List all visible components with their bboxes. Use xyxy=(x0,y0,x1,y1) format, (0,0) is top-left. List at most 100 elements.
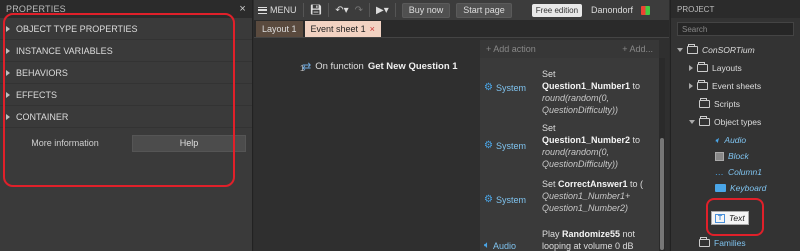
menu-button[interactable]: MENU xyxy=(258,5,297,15)
start-page-button[interactable]: Start page xyxy=(456,2,512,18)
speaker-icon: 🔈︎ xyxy=(715,134,721,145)
gear-icon: ⚙ xyxy=(484,194,493,205)
add-action-row: + Add action + Add... xyxy=(480,40,659,58)
section-label: OBJECT TYPE PROPERTIES xyxy=(16,23,138,34)
tree-block[interactable]: Block xyxy=(715,148,749,164)
tab-close-icon[interactable]: × xyxy=(370,24,375,34)
tree-keyboard[interactable]: Keyboard xyxy=(715,180,766,196)
condition-function-name: Get New Question 1 xyxy=(367,61,458,72)
tree-scripts[interactable]: Scripts xyxy=(699,96,740,112)
action-expression: Question1_Number1+ Question1_Number2) xyxy=(542,191,631,213)
folder-icon xyxy=(697,62,708,72)
more-information-link[interactable]: More information xyxy=(6,134,124,152)
construct-editor: PROPERTIES × OBJECT TYPE PROPERTIES INST… xyxy=(0,0,800,251)
save-icon[interactable]: 💾︎ xyxy=(310,5,323,16)
function-icon: ⇄ xyxy=(302,61,312,73)
action-object: ⚙ System xyxy=(484,82,526,93)
tree-event-sheets[interactable]: Event sheets xyxy=(689,78,761,94)
action-object: ⚙ System xyxy=(484,140,526,151)
help-button[interactable]: Help xyxy=(131,134,246,152)
event-conditions-area[interactable] xyxy=(290,58,480,251)
tab-layout-1[interactable]: Layout 1 xyxy=(256,21,303,37)
tree-families[interactable]: Families xyxy=(699,235,746,251)
action-text: Set Question1_Number2 to round(random(0,… xyxy=(542,122,654,170)
document-tabs: Layout 1 Event sheet 1 × xyxy=(254,20,669,38)
free-edition-badge: Free edition xyxy=(531,3,583,17)
add-action-link[interactable]: + Add action xyxy=(486,44,536,54)
action-row[interactable]: ⚙ System Set Question1_Number2 to round(r… xyxy=(480,118,659,170)
vertical-scrollbar[interactable] xyxy=(659,58,665,251)
action-row[interactable]: ⚙ System Set CorrectAnswer1 to ( Question… xyxy=(480,174,659,224)
text-icon: T xyxy=(715,213,725,223)
action-verb: Set xyxy=(542,123,556,133)
add-more-link[interactable]: + Add... xyxy=(622,44,653,54)
toolbar-divider xyxy=(394,3,396,17)
main-area: MENU 💾︎ ↶▾ ↷ ▶▾ Buy now Start page Free … xyxy=(254,0,669,251)
folder-icon xyxy=(687,44,698,54)
sprite-icon xyxy=(715,151,724,161)
caret-right-icon xyxy=(689,65,693,71)
action-row[interactable]: ⚙ System Set Question1_Number1 to round(r… xyxy=(480,62,659,115)
buy-now-button[interactable]: Buy now xyxy=(401,2,451,18)
tree-label: Families xyxy=(714,238,746,248)
expand-triangle-icon xyxy=(6,69,10,76)
action-object-name: System xyxy=(495,82,526,93)
folder-icon xyxy=(697,80,708,90)
close-icon[interactable]: × xyxy=(239,3,246,15)
action-variable: Question1_Number1 xyxy=(542,81,631,91)
toolbar-divider xyxy=(369,3,370,17)
user-name[interactable]: Danondorf xyxy=(591,5,633,15)
caret-down-icon xyxy=(677,48,683,52)
undo-icon[interactable]: ↶▾ xyxy=(335,5,348,16)
action-object: 🔈︎ Audio xyxy=(484,240,516,251)
scrollbar-thumb[interactable] xyxy=(660,138,664,250)
action-object-name: System xyxy=(495,140,526,151)
tree-audio[interactable]: 🔈︎ Audio xyxy=(715,132,746,148)
tree-text[interactable]: T Text xyxy=(711,210,749,226)
folder-icon xyxy=(699,98,710,108)
play-icon[interactable]: ▶▾ xyxy=(376,5,389,16)
properties-buttons: More information Help xyxy=(0,128,252,152)
action-text: Set CorrectAnswer1 to ( Question1_Number… xyxy=(542,178,654,214)
section-container[interactable]: CONTAINER xyxy=(0,106,252,128)
column-icon: … xyxy=(715,167,724,177)
condition-prefix: On function xyxy=(315,61,364,72)
folder-icon xyxy=(699,116,710,126)
speaker-icon: 🔈︎ xyxy=(484,240,490,251)
action-text: Play Randomize55 not looping at volume 0… xyxy=(542,228,654,251)
section-label: INSTANCE VARIABLES xyxy=(16,45,113,56)
action-variable: CorrectAnswer1 xyxy=(558,179,628,189)
caret-right-icon xyxy=(689,83,693,89)
section-effects[interactable]: EFFECTS xyxy=(0,84,252,106)
action-variable: Randomize55 xyxy=(562,229,621,239)
caret-down-icon xyxy=(689,120,695,124)
section-label: CONTAINER xyxy=(16,111,69,122)
tree-label: Keyboard xyxy=(730,183,767,193)
action-variable: Question1_Number2 xyxy=(542,135,631,145)
redo-icon[interactable]: ↷ xyxy=(355,5,363,16)
tree-object-types[interactable]: Object types xyxy=(689,114,761,130)
text-object-selected: T Text xyxy=(711,211,749,225)
toolbar-divider xyxy=(328,3,330,17)
menu-label: MENU xyxy=(270,5,297,15)
gear-icon: ⚙ xyxy=(484,82,493,93)
tab-event-sheet-1[interactable]: Event sheet 1 × xyxy=(304,21,381,37)
tree-label: Event sheets xyxy=(712,81,762,91)
section-label: EFFECTS xyxy=(16,89,58,100)
section-instance-variables[interactable]: INSTANCE VARIABLES xyxy=(0,40,252,62)
user-avatar-icon[interactable] xyxy=(641,5,651,15)
tree-layouts[interactable]: Layouts xyxy=(689,60,742,76)
tree-column1[interactable]: … Column1 xyxy=(715,164,762,180)
expand-triangle-icon xyxy=(6,113,10,120)
tree-label: Block xyxy=(728,151,749,161)
tab-label: Event sheet 1 xyxy=(310,24,366,34)
action-verb: Set xyxy=(542,69,556,79)
section-behaviors[interactable]: BEHAVIORS xyxy=(0,62,252,84)
section-object-type-properties[interactable]: OBJECT TYPE PROPERTIES xyxy=(0,18,252,40)
action-connector: to ( xyxy=(627,179,644,189)
tree-root[interactable]: ConSORTium xyxy=(677,42,755,58)
project-panel: PROJECT Search ConSORTium Layouts Event … xyxy=(670,0,800,251)
project-search-input[interactable]: Search xyxy=(677,22,794,36)
action-row[interactable]: 🔈︎ Audio Play Randomize55 not looping at … xyxy=(480,222,659,251)
event-condition[interactable]: ⇄ On function Get New Question 1 xyxy=(302,60,458,73)
